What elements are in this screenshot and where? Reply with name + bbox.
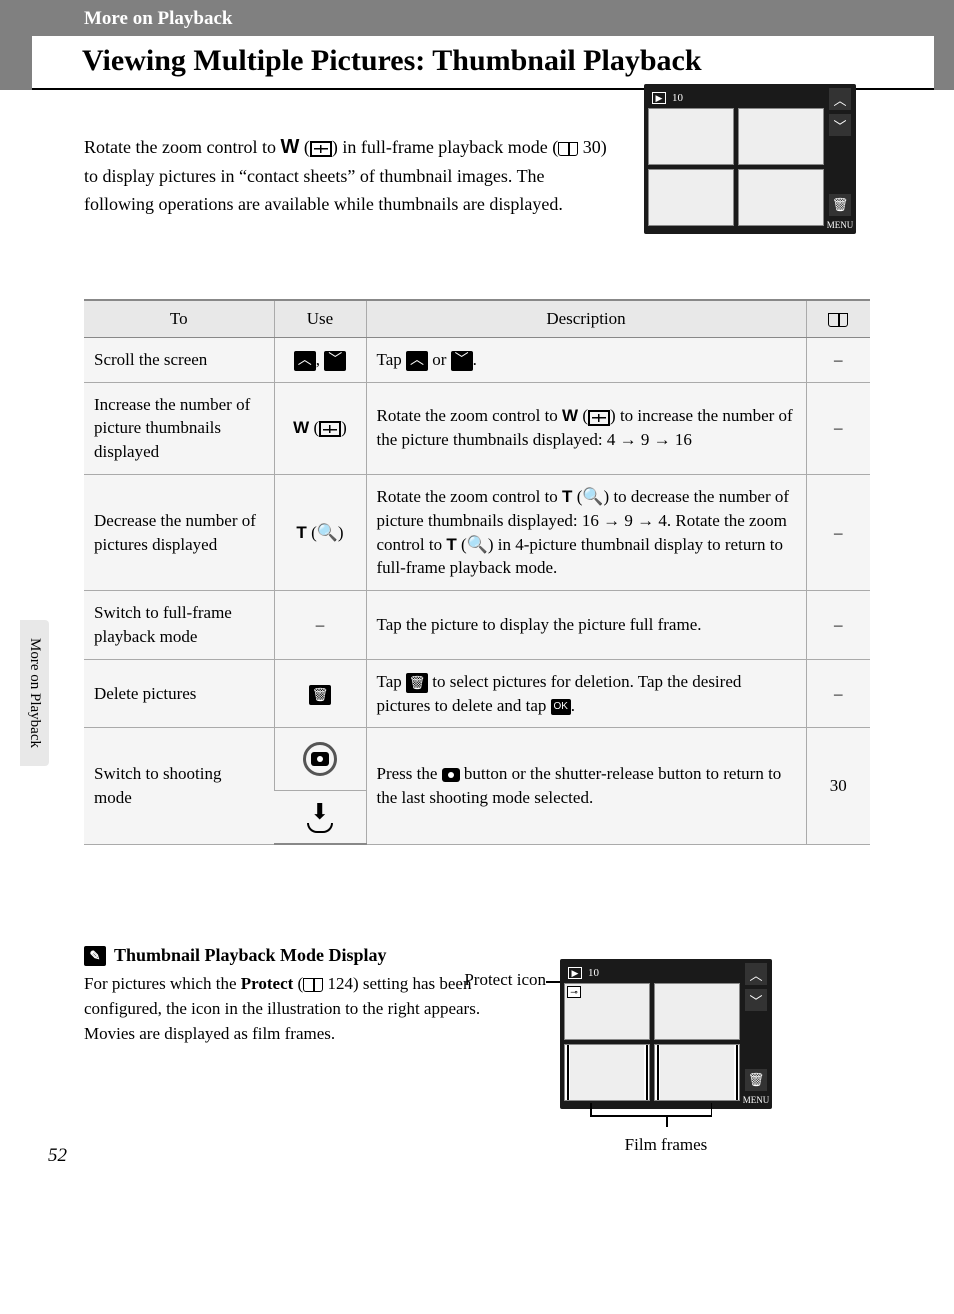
thumbnail bbox=[738, 108, 824, 165]
thumbnail bbox=[648, 169, 734, 226]
pencil-icon: ✎ bbox=[84, 946, 106, 966]
thumbnail bbox=[738, 169, 824, 226]
row-scroll: Scroll the screen ︿, ﹀ Tap ︿ or ﹀. – bbox=[84, 337, 870, 382]
thumbnail bbox=[654, 983, 740, 1040]
chevron-up-icon: ︿ bbox=[406, 351, 428, 371]
thumbnail-film bbox=[564, 1044, 650, 1101]
row-increase: Increase the number of picture thumbnail… bbox=[84, 382, 870, 474]
trash-icon: 🗑 bbox=[309, 685, 331, 705]
col-header-use: Use bbox=[274, 300, 366, 338]
thumbnail-grid-icon bbox=[319, 421, 341, 437]
counter: 10 bbox=[672, 92, 683, 104]
thumbnail-grid-icon bbox=[588, 410, 610, 426]
shutter-press-illustration: ⬇ bbox=[284, 801, 356, 833]
chevron-down-icon: ﹀ bbox=[451, 351, 473, 371]
menu-label: MENU bbox=[827, 220, 854, 230]
magnify-icon: 🔍 bbox=[317, 523, 338, 542]
book-reference-icon bbox=[828, 313, 848, 327]
trash-icon: 🗑 bbox=[745, 1069, 767, 1091]
scroll-up-icon: ︿ bbox=[829, 88, 851, 110]
protect-key-icon: ⊸ bbox=[567, 986, 581, 998]
film-frames-label: Film frames bbox=[560, 1135, 772, 1155]
section-label: More on Playback bbox=[0, 8, 954, 36]
thumbnail-screen-illustration-2: ▶ 10 ⊸ bbox=[560, 959, 772, 1109]
menu-label: MENU bbox=[743, 1095, 770, 1105]
scroll-down-icon: ﹀ bbox=[829, 114, 851, 136]
page-title: Viewing Multiple Pictures: Thumbnail Pla… bbox=[32, 36, 934, 90]
scroll-down-icon: ﹀ bbox=[745, 989, 767, 1011]
counter: 10 bbox=[588, 967, 599, 979]
thumbnail-grid-icon bbox=[310, 141, 332, 157]
col-header-description: Description bbox=[366, 300, 806, 338]
magnify-icon: 🔍 bbox=[582, 487, 603, 506]
protect-icon-label: Protect icon bbox=[464, 970, 546, 990]
chevron-down-icon: ﹀ bbox=[324, 351, 346, 371]
row-delete: Delete pictures 🗑 Tap 🗑 to select pictur… bbox=[84, 659, 870, 728]
book-reference-icon bbox=[303, 978, 323, 992]
page-number: 52 bbox=[48, 1145, 67, 1167]
book-reference-icon bbox=[558, 142, 578, 156]
trash-icon: 🗑 bbox=[829, 194, 851, 216]
magnify-icon: 🔍 bbox=[467, 535, 488, 554]
note-title: Thumbnail Playback Mode Display bbox=[114, 945, 387, 966]
thumbnail: ⊸ bbox=[564, 983, 650, 1040]
thumbnail bbox=[648, 108, 734, 165]
camera-icon bbox=[311, 752, 329, 766]
film-leader-line bbox=[590, 1115, 712, 1117]
col-header-to: To bbox=[84, 300, 274, 338]
playback-icon: ▶ bbox=[568, 967, 582, 979]
row-shooting: Switch to shooting mode Press the button… bbox=[84, 728, 870, 791]
trash-icon: 🗑 bbox=[406, 673, 428, 693]
thumbnail-screen-illustration: ▶ 10 ︿ ﹀ 🗑 MENU bbox=[644, 84, 856, 234]
col-header-reference bbox=[806, 300, 870, 338]
row-fullframe: Switch to full-frame playback mode – Tap… bbox=[84, 591, 870, 660]
scroll-up-icon: ︿ bbox=[745, 963, 767, 985]
operations-table: To Use Description Scroll the screen ︿, … bbox=[84, 299, 870, 846]
section-header: More on Playback Viewing Multiple Pictur… bbox=[0, 0, 954, 90]
row-decrease: Decrease the number of pictures displaye… bbox=[84, 474, 870, 590]
camera-button-icon bbox=[303, 742, 337, 776]
note-body: For pictures which the Protect ( 124) se… bbox=[84, 972, 484, 1046]
camera-icon bbox=[442, 768, 460, 782]
ok-icon: OK bbox=[551, 699, 571, 715]
intro-paragraph: Rotate the zoom control to W () in full-… bbox=[84, 132, 614, 219]
thumbnail-film bbox=[654, 1044, 740, 1101]
playback-icon: ▶ bbox=[652, 92, 666, 104]
chevron-up-icon: ︿ bbox=[294, 351, 316, 371]
